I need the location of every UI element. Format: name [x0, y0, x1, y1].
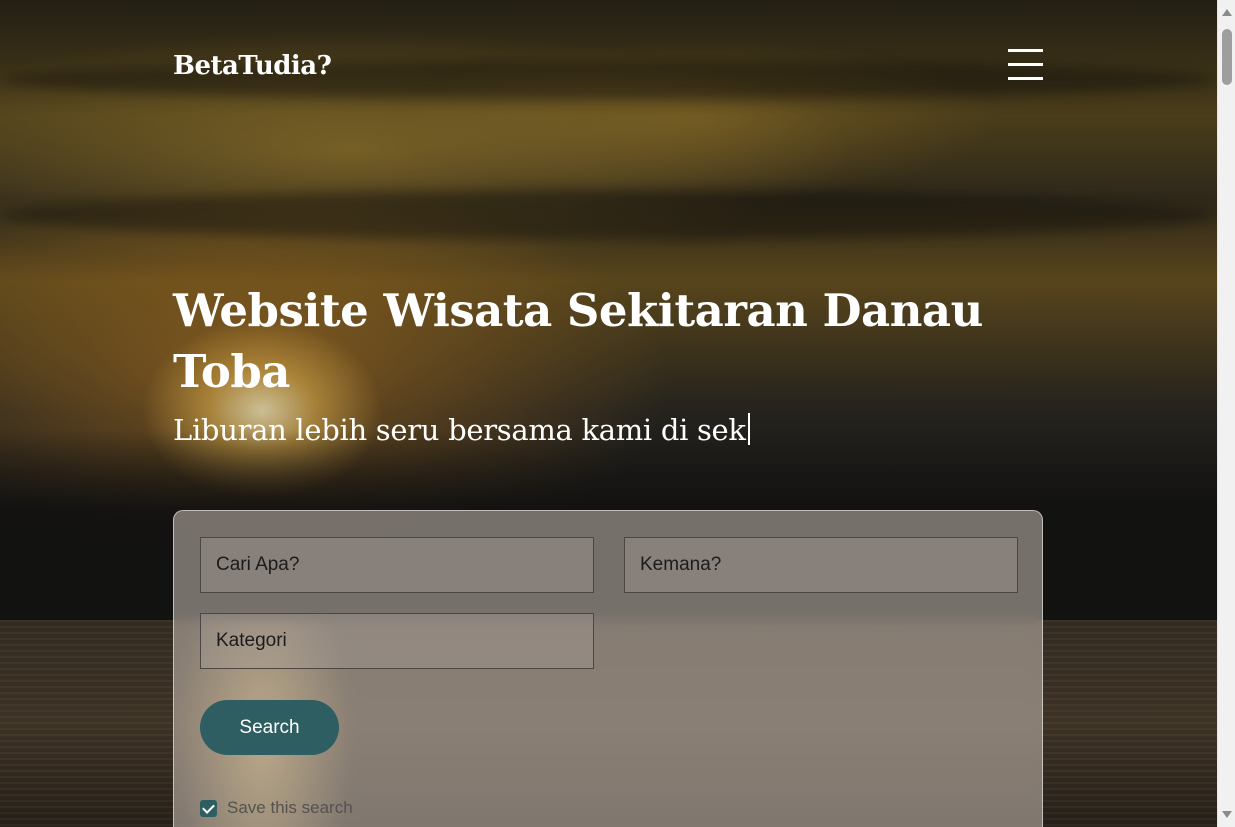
page-scrollbar[interactable] [1217, 0, 1235, 827]
search-where-input[interactable] [624, 537, 1018, 593]
search-panel: Search Save this search [173, 510, 1043, 827]
hamburger-menu-icon[interactable] [1008, 49, 1043, 80]
typing-caret [747, 413, 750, 445]
save-search-checkbox[interactable] [200, 799, 217, 817]
page-title: Website Wisata Sekitaran Danau Toba [173, 284, 983, 398]
navbar: BetaTudia? [173, 40, 1043, 96]
scrollbar-thumb[interactable] [1222, 29, 1232, 85]
menu-bar [1008, 63, 1043, 66]
save-search-label[interactable]: Save this search [227, 798, 353, 818]
save-search-row: Save this search [200, 798, 353, 818]
scroll-up-arrow-icon[interactable] [1222, 9, 1232, 16]
scroll-down-arrow-icon[interactable] [1222, 811, 1232, 818]
subtitle-text: Liburan lebih seru bersama kami di sek [173, 413, 746, 447]
search-what-input[interactable] [200, 537, 594, 593]
category-input[interactable] [200, 613, 594, 669]
search-button[interactable]: Search [200, 700, 339, 755]
menu-bar [1008, 49, 1043, 52]
brand-logo[interactable]: BetaTudia? [173, 51, 332, 81]
menu-bar [1008, 77, 1043, 80]
typing-subtitle: Liburan lebih seru bersama kami di sek [173, 410, 1003, 450]
